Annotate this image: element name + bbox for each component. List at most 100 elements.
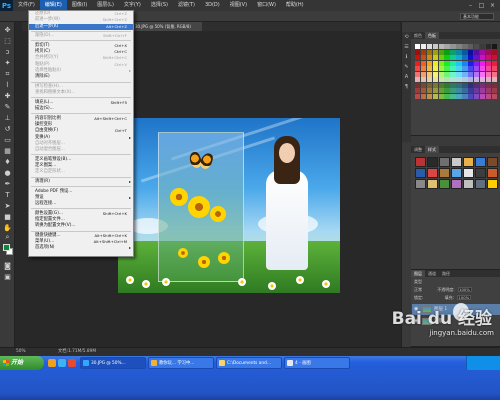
- swatch[interactable]: [456, 71, 462, 77]
- swatch[interactable]: [479, 77, 486, 82]
- marquee-tool[interactable]: ⬚: [3, 37, 12, 45]
- swatch[interactable]: [432, 55, 439, 60]
- swatch[interactable]: [456, 44, 462, 49]
- swatch[interactable]: [450, 71, 456, 77]
- edit-menu-item[interactable]: 转换为配置文件(V)...: [29, 223, 133, 229]
- swatch[interactable]: [426, 77, 433, 82]
- swatch[interactable]: [462, 77, 468, 82]
- swatch[interactable]: [432, 82, 439, 88]
- quick-mask-tool[interactable]: ◙: [3, 262, 12, 270]
- swatch[interactable]: [432, 49, 439, 55]
- menu-item[interactable]: 3D(D): [200, 0, 225, 11]
- shape-tool[interactable]: ■: [3, 213, 12, 221]
- swatch[interactable]: [468, 49, 474, 55]
- swatch[interactable]: [426, 88, 433, 93]
- swatch[interactable]: [456, 55, 462, 60]
- character-icon[interactable]: A: [403, 74, 410, 81]
- swatch[interactable]: [415, 93, 421, 99]
- swatch[interactable]: [415, 66, 421, 71]
- swatch[interactable]: [456, 60, 462, 66]
- swatch[interactable]: [432, 77, 439, 82]
- history-icon[interactable]: ⟲: [403, 34, 410, 41]
- style-swatch[interactable]: [451, 168, 462, 178]
- system-tray[interactable]: [466, 356, 500, 370]
- swatch[interactable]: [485, 55, 492, 60]
- edit-menu-item[interactable]: 查找和替换文本(X)...: [29, 90, 133, 96]
- style-swatch[interactable]: [439, 179, 450, 189]
- swatch[interactable]: [426, 44, 433, 49]
- swatch[interactable]: [444, 82, 450, 88]
- swatch[interactable]: [450, 82, 456, 88]
- brush-panel-icon[interactable]: ✎: [403, 64, 410, 71]
- style-swatch[interactable]: [475, 168, 486, 178]
- ie-icon[interactable]: [48, 359, 56, 367]
- taskbar-button-explorer[interactable]: C:\Documents and...: [216, 357, 282, 369]
- swatch[interactable]: [420, 93, 427, 99]
- taskbar-button-photoshop[interactable]: 30.JPG @ 50%...: [80, 357, 146, 369]
- document-tab[interactable]: 30.JPG @ 50% (背景, RGB/8): [132, 22, 202, 31]
- swatch[interactable]: [444, 77, 450, 82]
- swatch[interactable]: [420, 82, 427, 88]
- menu-item[interactable]: 帮助(H): [281, 0, 309, 11]
- swatch[interactable]: [415, 60, 421, 66]
- blur-tool[interactable]: ♦: [3, 158, 12, 166]
- style-swatch[interactable]: [427, 168, 438, 178]
- swatch[interactable]: [479, 66, 486, 71]
- style-swatch[interactable]: [451, 157, 462, 167]
- swatch[interactable]: [438, 71, 444, 77]
- swatch[interactable]: [473, 60, 480, 66]
- swatch[interactable]: [479, 71, 486, 77]
- swatch[interactable]: [468, 71, 474, 77]
- swatch[interactable]: [438, 93, 444, 99]
- swatch[interactable]: [420, 55, 427, 60]
- swatch[interactable]: [491, 60, 497, 66]
- edit-menu-item[interactable]: 自动混合图层...: [29, 147, 133, 153]
- swatch[interactable]: [473, 82, 480, 88]
- swatch[interactable]: [479, 55, 486, 60]
- swatch[interactable]: [450, 88, 456, 93]
- swatch[interactable]: [491, 71, 497, 77]
- swatch[interactable]: [438, 55, 444, 60]
- swatch[interactable]: [420, 77, 427, 82]
- eyedropper-tool[interactable]: ⌇: [3, 81, 12, 89]
- edit-menu-item[interactable]: 描边(S)...: [29, 106, 133, 112]
- start-button[interactable]: 开始: [0, 356, 44, 370]
- quick-select-tool[interactable]: ✦: [3, 59, 12, 67]
- swatch[interactable]: [415, 71, 421, 77]
- swatch[interactable]: [468, 44, 474, 49]
- swatch[interactable]: [426, 49, 433, 55]
- tab-channels[interactable]: 通道: [425, 270, 439, 277]
- swatch[interactable]: [444, 66, 450, 71]
- style-swatch[interactable]: [439, 157, 450, 167]
- tab-paths[interactable]: 路径: [439, 270, 453, 277]
- swatch[interactable]: [479, 88, 486, 93]
- swatch[interactable]: [468, 55, 474, 60]
- swatch[interactable]: [426, 71, 433, 77]
- swatch[interactable]: [438, 49, 444, 55]
- swatch[interactable]: [444, 49, 450, 55]
- swatch[interactable]: [485, 71, 492, 77]
- swatch[interactable]: [485, 66, 492, 71]
- type-tool[interactable]: T: [3, 191, 12, 199]
- style-swatch[interactable]: [487, 157, 498, 167]
- style-swatch[interactable]: [475, 179, 486, 189]
- edit-menu-item[interactable]: 渐隐(D)... Shift+Ctrl+F: [29, 33, 133, 39]
- swatch[interactable]: [462, 82, 468, 88]
- swatch[interactable]: [491, 44, 497, 49]
- crop-tool[interactable]: ⌗: [3, 70, 12, 78]
- swatch[interactable]: [420, 66, 427, 71]
- swatch[interactable]: [473, 77, 480, 82]
- swatch[interactable]: [491, 88, 497, 93]
- workspace-select[interactable]: 基本功能: [460, 13, 494, 20]
- style-swatch[interactable]: [415, 157, 426, 167]
- swatch[interactable]: [462, 93, 468, 99]
- swatch[interactable]: [450, 66, 456, 71]
- tab-swatches[interactable]: 色板: [425, 32, 439, 39]
- swatch[interactable]: [462, 88, 468, 93]
- swatch[interactable]: [444, 44, 450, 49]
- swatch[interactable]: [456, 82, 462, 88]
- swatch[interactable]: [438, 60, 444, 66]
- swatch[interactable]: [485, 49, 492, 55]
- media-icon[interactable]: [68, 359, 76, 367]
- menu-item[interactable]: 滤镜(T): [173, 0, 200, 11]
